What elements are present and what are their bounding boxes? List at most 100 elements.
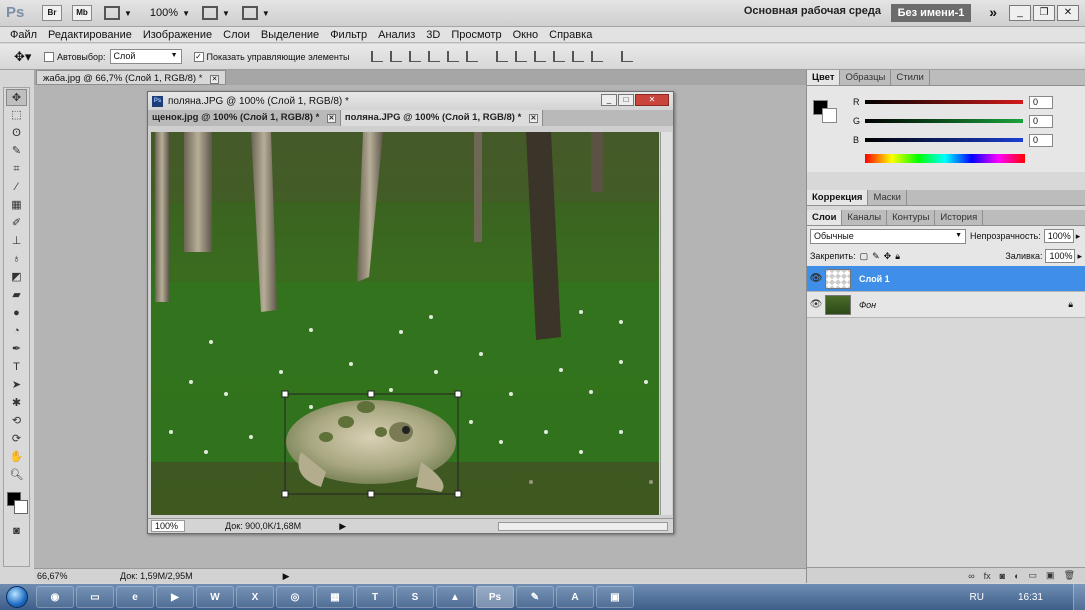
- distribute-right-icon[interactable]: [591, 51, 604, 62]
- canvas[interactable]: [151, 132, 659, 515]
- transform-handle[interactable]: [281, 490, 289, 498]
- minimize-button[interactable]: _: [601, 94, 617, 106]
- lasso-tool-icon[interactable]: ʘ: [6, 125, 27, 142]
- lock-pixels-icon[interactable]: ✎: [872, 251, 880, 262]
- tab-meadow[interactable]: поляна.JPG @ 100% (Слой 1, RGB/8) * ✕: [340, 110, 543, 126]
- layer-row[interactable]: 👁︎ Слой 1: [807, 266, 1085, 292]
- adjustment-layer-icon[interactable]: ◐: [1014, 571, 1019, 581]
- eyedropper-tool-icon[interactable]: ⁄: [6, 179, 27, 196]
- background-color[interactable]: [14, 500, 28, 514]
- history-brush-tool-icon[interactable]: ♁: [6, 251, 27, 268]
- new-layer-icon[interactable]: ▣: [1046, 570, 1055, 581]
- add-mask-icon[interactable]: ◙: [1000, 571, 1005, 581]
- auto-align-icon[interactable]: [621, 51, 634, 62]
- link-layers-icon[interactable]: ∞: [968, 571, 974, 581]
- clock[interactable]: 16:31: [1018, 592, 1043, 603]
- close-button[interactable]: ✕: [1057, 5, 1079, 21]
- menu-select[interactable]: Выделение: [261, 29, 319, 41]
- slider-r[interactable]: R 0: [853, 95, 1083, 109]
- show-controls-checkbox[interactable]: ✓: [193, 51, 204, 62]
- document-tab[interactable]: жаба.jpg @ 66,7% (Слой 1, RGB/8) * ✕: [36, 70, 227, 85]
- menu-file[interactable]: Файл: [10, 29, 37, 41]
- align-bottom-icon[interactable]: [409, 51, 422, 62]
- slider-r-track[interactable]: [865, 100, 1023, 104]
- align-top-icon[interactable]: [371, 51, 384, 62]
- move-tool-icon[interactable]: ✥: [6, 89, 27, 106]
- taskbar-tex[interactable]: T: [356, 586, 394, 608]
- play-icon[interactable]: ▶: [283, 571, 290, 582]
- hand-tool-icon[interactable]: ✋: [6, 449, 27, 466]
- menu-help[interactable]: Справка: [549, 29, 592, 41]
- transform-handle[interactable]: [281, 390, 289, 398]
- slider-b-track[interactable]: [865, 138, 1023, 142]
- tab-history[interactable]: История: [935, 210, 984, 225]
- taskbar-media[interactable]: ▶: [156, 586, 194, 608]
- minimize-button[interactable]: _: [1009, 5, 1031, 21]
- close-icon[interactable]: ✕: [528, 114, 538, 123]
- view-extras-icon[interactable]: [104, 6, 120, 20]
- menu-filter[interactable]: Фильтр: [330, 29, 367, 41]
- taskbar-chrome[interactable]: ◎: [276, 586, 314, 608]
- taskbar-explorer[interactable]: ▭: [76, 586, 114, 608]
- value-b[interactable]: 0: [1029, 133, 1053, 147]
- eye-icon[interactable]: 👁︎: [807, 273, 825, 284]
- distribute-hcenter-icon[interactable]: [572, 51, 585, 62]
- align-hcenter-icon[interactable]: [447, 51, 460, 62]
- arrange-documents-icon[interactable]: [201, 6, 218, 20]
- 3d-orbit-tool-icon[interactable]: ⟳: [6, 431, 27, 448]
- taskbar-word[interactable]: W: [196, 586, 234, 608]
- align-left-icon[interactable]: [428, 51, 441, 62]
- show-desktop-button[interactable]: [1073, 584, 1085, 610]
- horizontal-scrollbar[interactable]: [498, 522, 668, 531]
- language-indicator[interactable]: RU: [970, 592, 984, 603]
- fill-arrow-icon[interactable]: ▸: [1077, 251, 1082, 262]
- quick-select-tool-icon[interactable]: ✎: [6, 143, 27, 160]
- lock-all-icon[interactable]: 🔒︎: [895, 251, 900, 262]
- clone-stamp-tool-icon[interactable]: ⊥: [6, 233, 27, 250]
- bridge-button[interactable]: Br: [42, 5, 62, 21]
- taskbar-firefox[interactable]: ◉: [36, 586, 74, 608]
- tab-puppy[interactable]: щенок.jpg @ 100% (Слой 1, RGB/8) * ✕: [148, 110, 341, 126]
- menu-window[interactable]: Окно: [513, 29, 539, 41]
- zoom-tool-icon[interactable]: 🔍︎: [6, 467, 27, 484]
- taskbar-screen[interactable]: ▣: [596, 586, 634, 608]
- lock-position-icon[interactable]: ✥: [884, 251, 892, 262]
- layer-style-icon[interactable]: fx: [984, 571, 991, 581]
- layer-row[interactable]: 👁︎ Фон 🔒︎: [807, 292, 1085, 318]
- taskbar-excel[interactable]: X: [236, 586, 274, 608]
- blur-tool-icon[interactable]: ●: [6, 305, 27, 322]
- shape-tool-icon[interactable]: ✱: [6, 395, 27, 412]
- panel-background-color[interactable]: [822, 108, 837, 123]
- chevron-down-icon[interactable]: ▼: [124, 9, 132, 18]
- screen-mode-icon[interactable]: [241, 6, 258, 20]
- play-icon[interactable]: ▶: [339, 521, 346, 532]
- path-select-tool-icon[interactable]: ➤: [6, 377, 27, 394]
- float-zoom[interactable]: 100%: [151, 520, 185, 532]
- menu-analysis[interactable]: Анализ: [378, 29, 415, 41]
- taskbar-skype[interactable]: S: [396, 586, 434, 608]
- healing-brush-tool-icon[interactable]: ▦: [6, 197, 27, 214]
- opacity-input[interactable]: 100%: [1043, 229, 1074, 243]
- new-group-icon[interactable]: ▭: [1029, 570, 1038, 581]
- restore-button[interactable]: ❐: [1033, 5, 1055, 21]
- close-button[interactable]: ✕: [635, 94, 669, 106]
- chevron-down-icon[interactable]: ▼: [222, 9, 230, 18]
- workspace-essentials[interactable]: Основная рабочая среда: [744, 5, 881, 17]
- minibridge-button[interactable]: Mb: [72, 5, 92, 21]
- opacity-arrow-icon[interactable]: ▸: [1076, 231, 1081, 242]
- type-tool-icon[interactable]: T: [6, 359, 27, 376]
- color-spectrum[interactable]: [865, 154, 1025, 163]
- gradient-tool-icon[interactable]: ▰: [6, 287, 27, 304]
- distribute-left-icon[interactable]: [553, 51, 566, 62]
- dodge-tool-icon[interactable]: ◔: [6, 323, 27, 340]
- menu-layers[interactable]: Слои: [223, 29, 250, 41]
- taskbar-acrobat[interactable]: A: [556, 586, 594, 608]
- 3d-rotate-tool-icon[interactable]: ⟲: [6, 413, 27, 430]
- delete-layer-icon[interactable]: 🗑︎: [1064, 570, 1075, 581]
- toad-layer[interactable]: [286, 400, 456, 492]
- brush-tool-icon[interactable]: ✐: [6, 215, 27, 232]
- tab-color[interactable]: Цвет: [807, 70, 841, 85]
- menu-image[interactable]: Изображение: [143, 29, 212, 41]
- autoselect-select[interactable]: Слой: [109, 49, 182, 64]
- taskbar-paint[interactable]: ✎: [516, 586, 554, 608]
